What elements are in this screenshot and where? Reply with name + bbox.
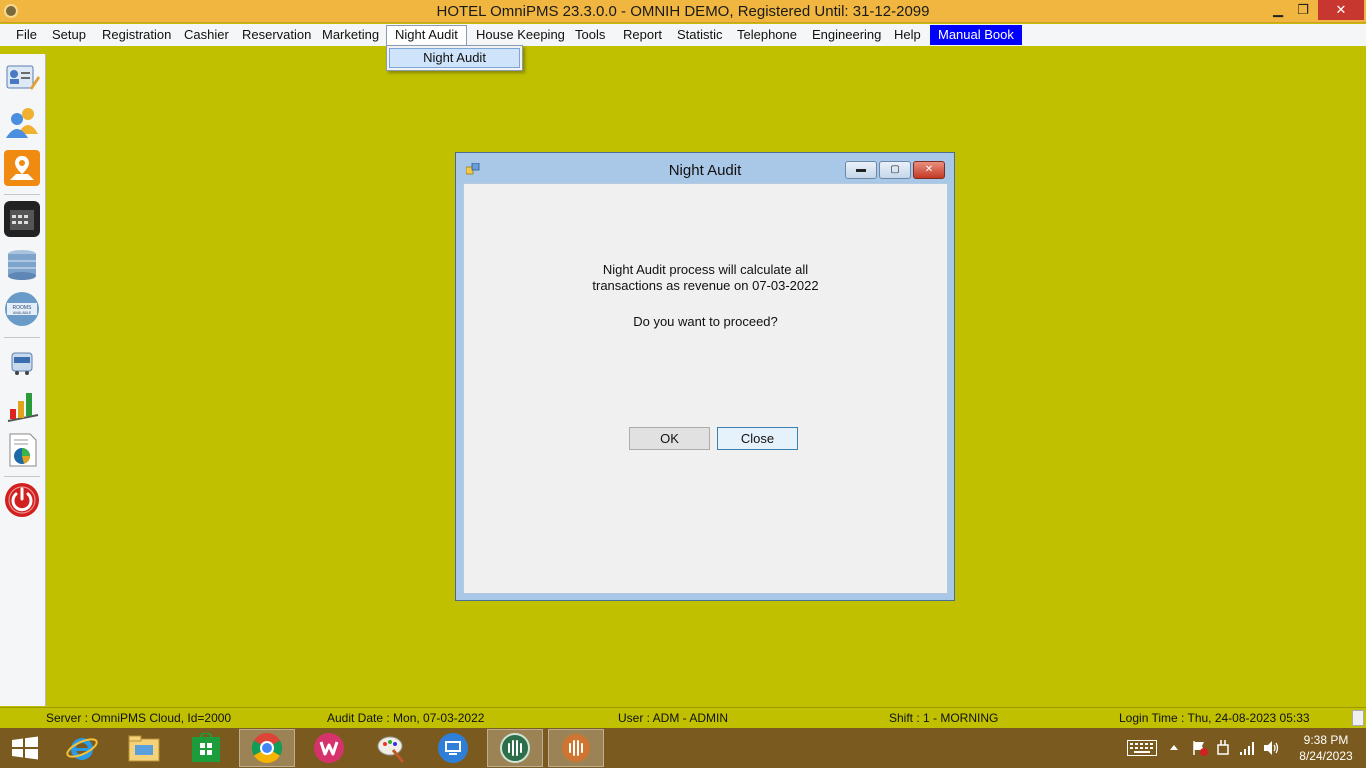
status-login-time: Login Time : Thu, 24-08-2023 05:33	[1119, 711, 1310, 725]
menu-reservation[interactable]: Reservation	[234, 25, 319, 45]
guests-icon[interactable]	[4, 104, 40, 140]
paint-icon	[377, 736, 405, 763]
message-line-2: transactions as revenue on 07-03-2022	[592, 278, 819, 293]
action-center-flag-icon[interactable]	[1191, 740, 1209, 756]
wps-office-icon	[314, 733, 344, 763]
clock-time: 9:38 PM	[1303, 733, 1349, 747]
audio-app-icon	[562, 734, 590, 762]
dialog-caption[interactable]: Night Audit ▬ ▢ ✕	[456, 153, 954, 183]
keyboard-icon[interactable]	[1127, 740, 1157, 756]
chart-icon[interactable]	[4, 387, 40, 423]
taskbar-audio-app[interactable]	[548, 729, 604, 767]
signal-strength-icon[interactable]	[1239, 740, 1257, 756]
menu-statistic[interactable]: Statistic	[669, 25, 731, 45]
menu-file[interactable]: File	[8, 25, 45, 45]
windows-start-icon[interactable]	[10, 736, 40, 760]
message-line-1: Night Audit process will calculate all	[602, 262, 809, 277]
status-server: Server : OmniPMS Cloud, Id=2000	[46, 711, 232, 725]
taskbar-clock[interactable]: 9:38 PM 8/24/2023	[1292, 732, 1360, 764]
menu-marketing[interactable]: Marketing	[314, 25, 387, 45]
report-pie-icon[interactable]	[4, 432, 40, 468]
file-explorer-icon	[128, 735, 160, 762]
menu-house-keeping[interactable]: House Keeping	[468, 25, 573, 45]
power-plug-icon[interactable]	[1215, 739, 1231, 757]
menu-report[interactable]: Report	[615, 25, 670, 45]
guest-card-icon[interactable]	[4, 60, 40, 96]
taskbar-internet-explorer[interactable]	[54, 729, 110, 767]
available-label: AVAILABLE	[13, 311, 32, 315]
calendar-icon[interactable]	[4, 201, 40, 237]
menu-registration[interactable]: Registration	[94, 25, 179, 45]
close-button[interactable]: Close	[717, 427, 798, 450]
menu-manual-book[interactable]: Manual Book	[930, 25, 1022, 45]
cart-icon[interactable]	[4, 343, 40, 379]
night-audit-dialog: Night Audit ▬ ▢ ✕ Night Audit process wi…	[455, 152, 955, 601]
menu-telephone[interactable]: Telephone	[729, 25, 805, 45]
minimize-button[interactable]: ▁	[1266, 0, 1290, 20]
menu-night-audit[interactable]: Night Audit	[386, 25, 467, 45]
menu-bar: File Setup Registration Cashier Reservat…	[0, 24, 1366, 46]
window-title: HOTEL OmniPMS 23.3.0.0 - OMNIH DEMO, Reg…	[436, 3, 930, 20]
internet-explorer-icon	[66, 738, 98, 760]
status-audit-date: Audit Date : Mon, 07-03-2022	[327, 711, 485, 725]
chrome-icon	[251, 733, 283, 764]
server-icon[interactable]	[4, 247, 40, 283]
status-shift: Shift : 1 - MORNING	[889, 711, 999, 725]
taskbar: 9:38 PM 8/24/2023	[0, 728, 1366, 768]
dialog-close-button[interactable]: ✕	[913, 161, 945, 179]
clock-date: 8/24/2023	[1299, 749, 1353, 763]
menu-setup[interactable]: Setup	[44, 25, 94, 45]
menu-help[interactable]: Help	[886, 25, 929, 45]
chevron-up-icon[interactable]	[1169, 742, 1179, 754]
taskbar-chrome[interactable]	[239, 729, 295, 767]
rooms-available-icon[interactable]: ROOMS AVAILABLE	[4, 291, 40, 327]
restore-button[interactable]: ❐	[1291, 0, 1315, 20]
dialog-minimize-button[interactable]: ▬	[845, 161, 877, 179]
taskbar-wps-office[interactable]	[301, 729, 357, 767]
taskbar-store[interactable]	[178, 729, 234, 767]
omnipms-icon	[500, 733, 530, 763]
menu-engineering[interactable]: Engineering	[804, 25, 889, 45]
resize-grip[interactable]	[1352, 710, 1364, 726]
close-window-button[interactable]: ✕	[1318, 0, 1364, 20]
ok-button[interactable]: OK	[629, 427, 710, 450]
status-user: User : ADM - ADMIN	[618, 711, 729, 725]
volume-icon[interactable]	[1263, 740, 1281, 756]
remote-desktop-icon	[438, 733, 468, 763]
map-icon[interactable]	[4, 150, 40, 186]
dropdown-item-night-audit[interactable]: Night Audit	[389, 48, 520, 68]
taskbar-paint[interactable]	[363, 729, 419, 767]
status-bar: Server : OmniPMS Cloud, Id=2000 Audit Da…	[0, 707, 1366, 728]
night-audit-dropdown: Night Audit	[386, 45, 523, 71]
window-title-bar: HOTEL OmniPMS 23.3.0.0 - OMNIH DEMO, Reg…	[0, 0, 1366, 23]
store-icon	[192, 733, 220, 762]
taskbar-file-explorer[interactable]	[116, 729, 172, 767]
taskbar-omnipms[interactable]	[487, 729, 543, 767]
taskbar-remote-desktop[interactable]	[425, 729, 481, 767]
menu-cashier[interactable]: Cashier	[176, 25, 237, 45]
left-toolbar: ROOMS AVAILABLE	[0, 54, 46, 706]
dialog-maximize-button[interactable]: ▢	[879, 161, 911, 179]
dialog-body: Night Audit process will calculate all t…	[463, 183, 948, 594]
proceed-question: Do you want to proceed?	[633, 314, 778, 329]
power-icon[interactable]	[4, 482, 40, 518]
menu-tools[interactable]: Tools	[567, 25, 613, 45]
